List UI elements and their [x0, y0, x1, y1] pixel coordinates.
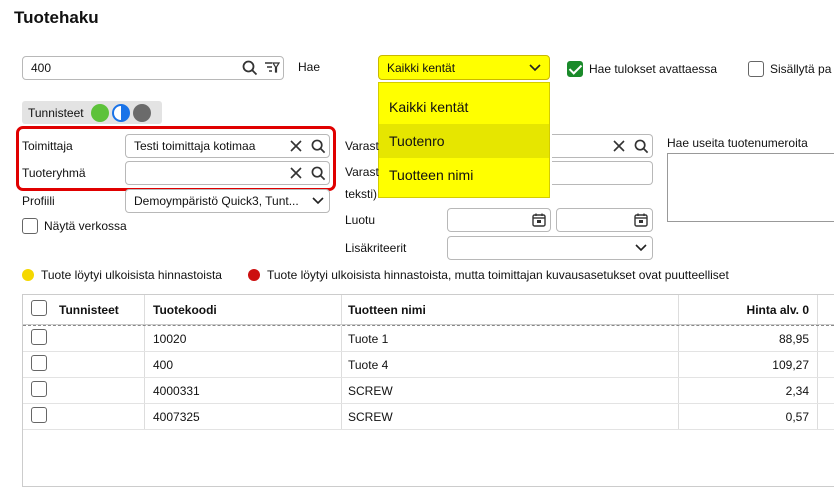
header-tunnisteet[interactable]: Tunnisteet [59, 295, 144, 324]
gray-tag-icon[interactable] [132, 103, 151, 122]
varasto-label: Varast [345, 139, 379, 153]
red-dot-icon [248, 269, 260, 281]
table-body: 10020 Tuote 1 88,95 400 Tuote 4 109,27 4000331… [23, 325, 834, 430]
results-table: Tunnisteet Tuotekoodi Tuotteen nimi Hint… [22, 294, 834, 487]
calendar-icon[interactable] [528, 209, 550, 231]
clear-icon[interactable] [608, 135, 630, 157]
menu-item-kaikki[interactable]: Kaikki kentät [379, 90, 549, 124]
menu-item-tuotenro[interactable]: Tuotenro [379, 124, 549, 158]
clear-icon[interactable] [285, 162, 307, 184]
chevron-down-icon [529, 61, 541, 75]
sisallyta-checkbox[interactable]: Sisällytä pa [748, 61, 831, 77]
search-icon[interactable] [307, 135, 329, 157]
lisakriteerit-select[interactable] [447, 236, 653, 260]
row-checkbox[interactable] [31, 407, 47, 423]
green-tag-icon[interactable] [90, 103, 109, 122]
row-checkbox[interactable] [31, 381, 47, 397]
luotu-label: Luotu [345, 213, 376, 227]
chevron-down-icon [307, 190, 329, 212]
table-header: Tunnisteet Tuotekoodi Tuotteen nimi Hint… [23, 295, 834, 325]
multi-search-label: Hae useita tuotenumeroita [667, 136, 808, 150]
sisallyta-label: Sisällytä pa [770, 62, 832, 76]
row-code: 4007325 [144, 404, 341, 429]
table-row[interactable]: 4000331 SCREW 2,34 [23, 378, 834, 404]
row-checkbox[interactable] [31, 329, 47, 345]
clear-icon[interactable] [285, 135, 307, 157]
nayta-verkossa-checkbox[interactable]: Näytä verkossa [22, 218, 127, 234]
profiili-label: Profiili [22, 194, 55, 208]
header-tuotekoodi[interactable]: Tuotekoodi [144, 295, 341, 324]
tuoteryhma-label: Tuoteryhmä [22, 166, 86, 180]
row-code: 400 [144, 352, 341, 377]
varasto-field[interactable] [552, 134, 653, 158]
table-row[interactable]: 4007325 SCREW 0,57 [23, 404, 834, 430]
luotu-start-date[interactable] [447, 208, 551, 232]
row-price: 109,27 [678, 352, 818, 377]
table-row[interactable]: 400 Tuote 4 109,27 [23, 352, 834, 378]
checkbox-icon[interactable] [748, 61, 764, 77]
legend-yellow: Tuote löytyi ulkoisista hinnastoista [22, 268, 222, 282]
search-icon[interactable] [239, 57, 261, 79]
nayta-verkossa-label: Näytä verkossa [44, 219, 127, 233]
hae-label: Hae [298, 60, 321, 74]
search-input-value: 400 [31, 61, 52, 75]
row-price: 88,95 [678, 326, 818, 351]
legend-yellow-text: Tuote löytyi ulkoisista hinnastoista [41, 268, 222, 282]
page-title: Tuotehaku [14, 8, 99, 27]
legend-red: Tuote löytyi ulkoisista hinnastoista, mu… [248, 268, 729, 282]
yellow-dot-icon [22, 269, 34, 281]
row-name: Tuote 1 [341, 326, 678, 351]
hae-tulokset-checkbox[interactable]: Hae tulokset avattaessa [567, 61, 717, 77]
search-icon[interactable] [630, 135, 652, 157]
search-field-select[interactable]: Kaikki kentät [378, 55, 550, 80]
tunnisteet-label: Tunnisteet [28, 105, 84, 120]
search-field-menu: Kaikki kentät Tuotenro Tuotteen nimi [378, 82, 550, 198]
row-price: 2,34 [678, 378, 818, 403]
legend-red-text: Tuote löytyi ulkoisista hinnastoista, mu… [267, 268, 729, 282]
toimittaja-label: Toimittaja [22, 139, 73, 153]
row-name: Tuote 4 [341, 352, 678, 377]
header-hinta[interactable]: Hinta alv. 0 [678, 295, 818, 324]
luotu-end-date[interactable] [556, 208, 653, 232]
varasto2-field[interactable] [552, 161, 653, 185]
row-code: 10020 [144, 326, 341, 351]
profiili-value: Demoympäristö Quick3, Tunt... [134, 194, 299, 208]
row-name: SCREW [341, 404, 678, 429]
toimittaja-value: Testi toimittaja kotimaa [134, 139, 256, 153]
tunnisteet-chip[interactable]: Tunnisteet [22, 101, 162, 124]
filter-list-icon[interactable] [261, 57, 283, 79]
multi-search-textarea[interactable] [667, 153, 834, 222]
profiili-select[interactable]: Demoympäristö Quick3, Tunt... [125, 189, 330, 213]
row-code: 4000331 [144, 378, 341, 403]
menu-item-tuotteen-nimi[interactable]: Tuotteen nimi [379, 158, 549, 192]
checkbox-checked-icon[interactable] [567, 61, 583, 77]
row-price: 0,57 [678, 404, 818, 429]
search-input[interactable]: 400 [22, 56, 284, 80]
toimittaja-field[interactable]: Testi toimittaja kotimaa [125, 134, 330, 158]
hae-tulokset-label: Hae tulokset avattaessa [589, 62, 718, 76]
header-tuotteen-nimi[interactable]: Tuotteen nimi [341, 295, 678, 324]
search-icon[interactable] [307, 162, 329, 184]
lisakriteerit-label: Lisäkriteerit [345, 241, 407, 255]
table-row[interactable]: 10020 Tuote 1 88,95 [23, 326, 834, 352]
tuoteryhma-field[interactable] [125, 161, 330, 185]
varasto2-label: Varast [345, 165, 379, 179]
checkbox-icon[interactable] [22, 218, 38, 234]
row-name: SCREW [341, 378, 678, 403]
varasto2-label-cont: teksti) [345, 187, 378, 201]
chevron-down-icon [630, 237, 652, 259]
contrast-tag-icon[interactable] [111, 103, 130, 122]
calendar-icon[interactable] [630, 209, 652, 231]
select-all-checkbox[interactable] [31, 300, 47, 316]
row-checkbox[interactable] [31, 355, 47, 371]
search-field-selected: Kaikki kentät [387, 60, 456, 75]
